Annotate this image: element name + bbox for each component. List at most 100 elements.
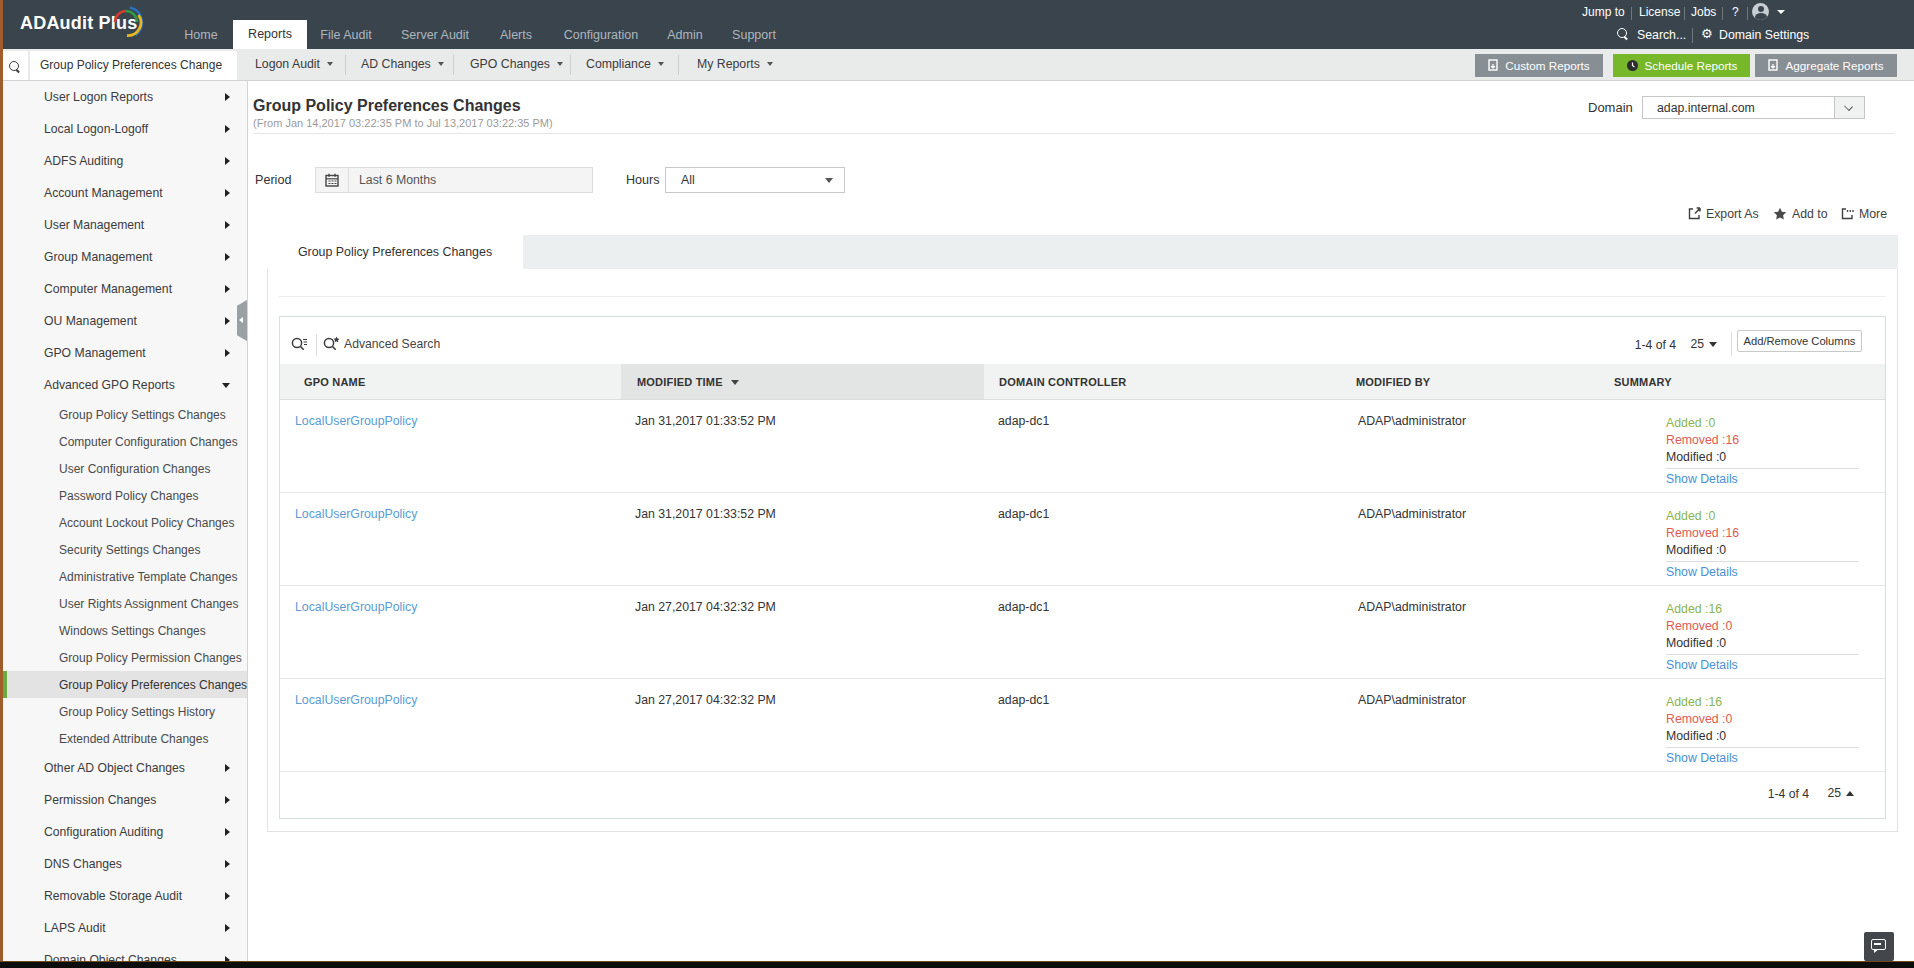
user-menu-caret-icon[interactable] [1777,10,1785,14]
schedule-reports-button[interactable]: Schedule Reports [1613,54,1750,77]
tab-group-policy-preferences-changes[interactable]: Group Policy Preferences Changes [267,235,523,269]
sidebar-item-computer-management[interactable]: Computer Management [3,273,247,305]
nav-tab-support[interactable]: Support [724,28,784,49]
sidebar-item-gpo-management[interactable]: GPO Management [3,337,247,369]
sidebar-item-extended-attribute-changes[interactable]: Extended Attribute Changes [3,725,247,752]
menu-ad-changes[interactable]: AD Changes [361,57,444,75]
sidebar-item-dns-changes[interactable]: DNS Changes [3,848,247,880]
gpo-name-link[interactable]: LocalUserGroupPolicy [295,507,417,521]
show-details-link[interactable]: Show Details [1666,750,1885,767]
table-row: LocalUserGroupPolicy Jan 27,2017 04:32:32… [280,679,1885,772]
sidebar-item-adfs-auditing[interactable]: ADFS Auditing [3,145,247,177]
sidebar-item-removable-storage-audit[interactable]: Removable Storage Audit [3,880,247,912]
domain-settings-button[interactable]: Domain Settings [1719,28,1809,42]
modified-time-cell: Jan 27,2017 04:32:32 PM [621,679,984,771]
more-button[interactable]: More [1841,207,1887,221]
menu-my-reports[interactable]: My Reports [697,57,773,75]
page-size-value: 25 [1690,337,1704,351]
column-header-modified-time[interactable]: MODIFIED TIME [621,364,984,399]
column-header-summary[interactable]: SUMMARY [1611,364,1885,399]
custom-reports-button[interactable]: Custom Reports [1475,54,1603,77]
sidebar-item-computer-configuration-changes[interactable]: Computer Configuration Changes [3,428,247,455]
column-header-modified-by[interactable]: MODIFIED BY [1346,364,1611,399]
sidebar-item-permission-changes[interactable]: Permission Changes [3,784,247,816]
sidebar-item-other-ad-object-changes[interactable]: Other AD Object Changes [3,752,247,784]
period-field[interactable]: Last 6 Months [315,167,593,193]
gpo-name-link[interactable]: LocalUserGroupPolicy [295,600,417,614]
sidebar-item-user-rights-assignment-changes[interactable]: User Rights Assignment Changes [3,590,247,617]
sidebar-item-group-policy-settings-changes[interactable]: Group Policy Settings Changes [3,401,247,428]
nav-tab-file-audit[interactable]: File Audit [310,28,382,49]
calendar-icon[interactable] [316,168,349,192]
sidebar-item-windows-settings-changes[interactable]: Windows Settings Changes [3,617,247,644]
sidebar-item-account-management[interactable]: Account Management [3,177,247,209]
sidebar-item-group-policy-settings-history[interactable]: Group Policy Settings History [3,698,247,725]
report-search-input[interactable]: Group Policy Preferences Change [30,51,237,80]
modified-by-cell: ADAP\administrator [1346,400,1611,492]
jobs-link[interactable]: Jobs [1691,5,1716,19]
nav-tab-alerts[interactable]: Alerts [486,28,546,49]
summary-added: Added :0 [1666,415,1885,432]
menu-gpo-changes[interactable]: GPO Changes [470,57,563,75]
chevron-down-icon[interactable] [1834,97,1864,118]
show-details-link[interactable]: Show Details [1666,471,1885,488]
help-link[interactable]: ? [1732,5,1739,19]
user-avatar[interactable] [1752,3,1769,20]
sidebar-item-password-policy-changes[interactable]: Password Policy Changes [3,482,247,509]
chevron-right-icon [225,764,230,772]
gpo-name-link[interactable]: LocalUserGroupPolicy [295,414,417,428]
sidebar-item-administrative-template-changes[interactable]: Administrative Template Changes [3,563,247,590]
show-details-link[interactable]: Show Details [1666,564,1885,581]
export-as-label: Export As [1706,207,1759,221]
sidebar-item-user-logon-reports[interactable]: User Logon Reports [3,81,247,113]
nav-tab-configuration[interactable]: Configuration [556,28,646,49]
global-search-button[interactable]: Search... [1637,28,1686,42]
sidebar-item-advanced-gpo-reports[interactable]: Advanced GPO Reports [3,369,247,401]
hours-dropdown[interactable]: All [665,167,845,193]
menu-logon-audit[interactable]: Logon Audit [255,57,333,75]
custom-reports-label: Custom Reports [1505,59,1589,72]
summary-added: Added :16 [1666,601,1885,618]
modified-by-cell: ADAP\administrator [1346,679,1611,771]
sidebar-collapse-handle[interactable] [237,300,247,341]
report-search-icon[interactable] [2,51,28,80]
export-as-button[interactable]: Export As [1688,207,1759,221]
jump-to-link[interactable]: Jump to [1582,5,1625,19]
card-divider [279,296,1886,297]
separator [1692,28,1693,43]
column-header-gpo-name[interactable]: GPO NAME [280,364,621,399]
column-header-domain-controller[interactable]: DOMAIN CONTROLLER [984,364,1346,399]
sidebar-item-local-logon-logoff[interactable]: Local Logon-Logoff [3,113,247,145]
advanced-search-icon[interactable] [323,336,341,352]
sidebar-item-group-policy-permission-changes[interactable]: Group Policy Permission Changes [3,644,247,671]
page-size-select-bottom[interactable]: 25 [1827,786,1854,800]
nav-tab-admin[interactable]: Admin [655,28,715,49]
gpo-name-link[interactable]: LocalUserGroupPolicy [295,693,417,707]
sidebar-item-account-lockout-policy-changes[interactable]: Account Lockout Policy Changes [3,509,247,536]
sidebar-item-user-management[interactable]: User Management [3,209,247,241]
sidebar-item-configuration-auditing[interactable]: Configuration Auditing [3,816,247,848]
domain-dropdown[interactable]: adap.internal.com [1642,96,1865,119]
license-link[interactable]: License [1639,5,1680,19]
advanced-search-label[interactable]: Advanced Search [344,337,440,351]
sidebar-item-group-policy-preferences-changes[interactable]: Group Policy Preferences Changes [3,671,247,698]
aggregate-reports-button[interactable]: Aggregate Reports [1755,54,1897,77]
sidebar-item-laps-audit[interactable]: LAPS Audit [3,912,247,944]
sidebar-item-ou-management[interactable]: OU Management [3,305,247,337]
nav-tab-home[interactable]: Home [175,28,227,49]
chat-button[interactable] [1864,932,1894,961]
sidebar-item-group-management[interactable]: Group Management [3,241,247,273]
add-remove-columns-button[interactable]: Add/Remove Columns [1737,330,1862,352]
column-search-icon[interactable] [291,337,308,353]
nav-tab-reports[interactable]: Reports [233,20,307,49]
add-to-button[interactable]: Add to [1773,207,1828,221]
page-size-select[interactable]: 25 [1690,337,1717,351]
nav-tab-server-audit[interactable]: Server Audit [395,28,475,49]
sidebar-item-security-settings-changes[interactable]: Security Settings Changes [3,536,247,563]
sidebar-item-user-configuration-changes[interactable]: User Configuration Changes [3,455,247,482]
search-icon[interactable] [1617,28,1629,43]
separator [316,334,317,356]
show-details-link[interactable]: Show Details [1666,657,1885,674]
table-header-row: GPO NAME MODIFIED TIME DOMAIN CONTROLLER… [280,364,1885,400]
menu-compliance[interactable]: Compliance [586,57,664,75]
